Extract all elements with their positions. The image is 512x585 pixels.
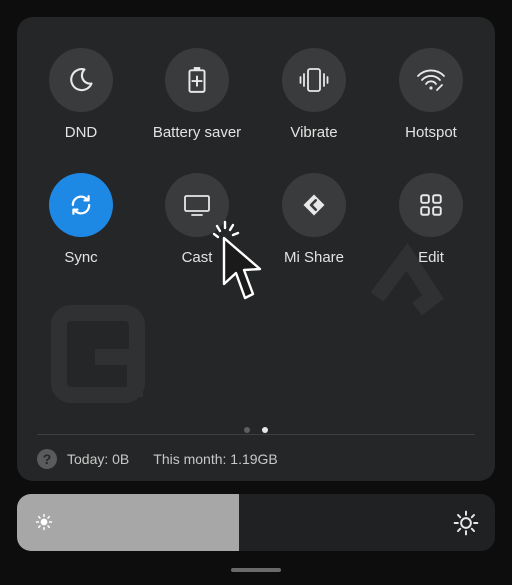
tile-edit[interactable]: Edit xyxy=(376,173,486,266)
brightness-high-icon xyxy=(453,510,479,536)
mi-share-icon xyxy=(303,194,325,216)
tile-label: Hotspot xyxy=(405,124,457,141)
vibrate-icon xyxy=(299,68,329,92)
tile-vibrate[interactable]: Vibrate xyxy=(259,48,369,141)
tile-hotspot[interactable]: Hotspot xyxy=(376,48,486,141)
battery-plus-icon xyxy=(188,67,206,93)
tile-label: Edit xyxy=(418,249,444,266)
tile-sync-button[interactable] xyxy=(49,173,113,237)
tile-label: Mi Share xyxy=(283,249,345,266)
divider xyxy=(37,434,475,435)
brightness-slider[interactable] xyxy=(17,494,495,551)
tile-mi-share-button[interactable] xyxy=(282,173,346,237)
usage-today: Today: 0B xyxy=(67,451,130,467)
tile-mi-share[interactable]: Mi Share xyxy=(259,173,369,266)
tile-battery-saver[interactable]: Battery saver xyxy=(142,48,252,141)
data-usage[interactable]: ? Today: 0B This month: 1.19GB xyxy=(37,448,278,470)
tile-edit-button[interactable] xyxy=(399,173,463,237)
moon-icon xyxy=(70,68,93,92)
cursor-click-icon xyxy=(212,220,262,300)
tile-label: DND xyxy=(64,124,98,141)
tile-label: Sync xyxy=(64,249,98,266)
page-indicator xyxy=(17,420,495,433)
help-icon: ? xyxy=(37,449,57,469)
sync-icon xyxy=(71,195,91,215)
tile-dnd-button[interactable] xyxy=(49,48,113,112)
tile-dnd[interactable]: DND xyxy=(26,48,136,141)
tile-sync[interactable]: Sync xyxy=(26,173,136,266)
tile-battery-saver-button[interactable] xyxy=(165,48,229,112)
brightness-low-icon xyxy=(35,513,53,531)
usage-month: This month: 1.19GB xyxy=(153,451,278,467)
page-dot-1[interactable] xyxy=(244,427,250,433)
drag-handle[interactable] xyxy=(231,568,281,572)
tile-label: Vibrate xyxy=(290,124,338,141)
grid-icon xyxy=(420,194,442,216)
tile-vibrate-button[interactable] xyxy=(282,48,346,112)
cast-icon xyxy=(184,195,210,216)
tile-label: Battery saver xyxy=(152,124,242,141)
hotspot-icon xyxy=(417,69,445,91)
page-dot-2[interactable] xyxy=(262,427,268,433)
tile-hotspot-button[interactable] xyxy=(399,48,463,112)
